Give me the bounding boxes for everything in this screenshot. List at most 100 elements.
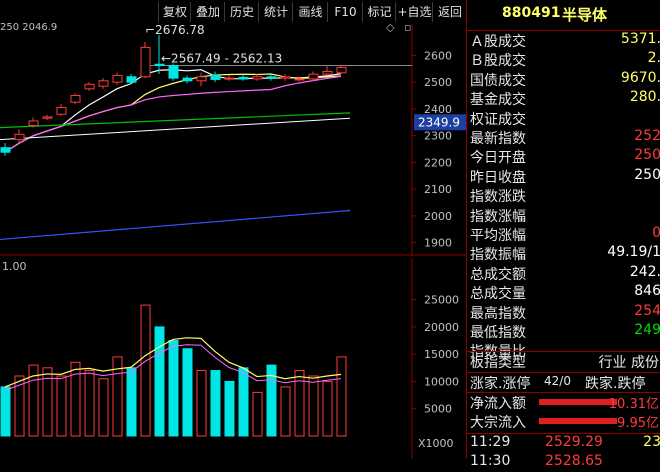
price-tick-label: 2500 xyxy=(424,76,452,89)
volume-bar xyxy=(322,380,333,437)
high-label: ⌐2676.78 xyxy=(145,24,205,37)
volume-bar xyxy=(224,380,235,437)
tick-extra: 23 xyxy=(643,434,660,450)
stat-row: 最新指数 252 xyxy=(467,128,660,147)
candle-body xyxy=(42,116,53,119)
stat-label: 权证成交 xyxy=(470,111,526,128)
range-label: ←2567.49 - 2562.13 xyxy=(161,52,282,66)
ma250-line xyxy=(0,209,351,241)
price-tick-label: 2100 xyxy=(424,183,452,196)
tick-price: 2528.65 xyxy=(545,453,603,469)
current-price-label: 2349.9 xyxy=(418,115,460,129)
tick-row: 11:30 2528.65 xyxy=(467,453,660,472)
vol-tick-label: 5000 xyxy=(424,403,452,416)
candle-body xyxy=(182,77,193,82)
stat-value: 846 xyxy=(634,283,660,300)
panel-header: 880491 半导体 xyxy=(467,0,660,30)
ma60-line xyxy=(0,112,351,129)
ma20-line xyxy=(4,75,342,153)
toolbar-button[interactable]: 历史 xyxy=(224,2,259,22)
toolbar-button[interactable]: +自选 xyxy=(395,2,433,22)
stat-label: 指数振幅 xyxy=(470,247,526,264)
volume-bar xyxy=(140,304,151,437)
candle-body xyxy=(126,76,137,83)
stat-label: 国债成交 xyxy=(470,72,526,89)
volume-bar xyxy=(336,356,347,437)
stat-label: Ａ股成交 xyxy=(470,34,526,50)
tick-time: 11:29 xyxy=(470,434,511,450)
stat-row: 总成交额 242. xyxy=(467,264,660,283)
volume-bar xyxy=(308,375,319,437)
quote-panel: 880491 半导体 Ａ股成交 5371. Ｂ股成交 2. 国债成交 9670. 基金成交 2… xyxy=(466,0,660,469)
stat-value: 242. xyxy=(629,263,660,280)
volume-bar xyxy=(280,386,291,437)
tick-row: 11:29 2529.29 23 xyxy=(467,434,660,453)
stat-label: 总成交量 xyxy=(470,286,526,303)
stat-value: 49.19/1 xyxy=(607,244,660,261)
stat-value: 9670. xyxy=(620,69,660,86)
stat-row: Ｂ股成交 2. xyxy=(467,50,660,69)
volume-bar xyxy=(84,370,95,437)
candle-body xyxy=(28,120,39,126)
volume-bar xyxy=(252,391,263,437)
volume-bar xyxy=(56,375,67,437)
candle-body xyxy=(140,46,151,78)
stat-label: 昨日收盘 xyxy=(470,169,526,186)
ma5-line xyxy=(4,69,342,153)
vol-tick-label: 20000 xyxy=(424,321,459,334)
candle-body xyxy=(308,73,319,80)
index-code: 880491 xyxy=(502,5,561,21)
candle-body xyxy=(112,74,123,83)
flow-bar xyxy=(539,399,617,405)
toolbar-button[interactable]: 复权 xyxy=(158,2,191,22)
volume-bar xyxy=(154,326,165,437)
toolbar-button[interactable]: 叠加 xyxy=(190,2,225,22)
candle-body xyxy=(238,76,249,80)
toolbar-button[interactable]: F10 xyxy=(327,2,363,22)
stat-label: 总成交额 xyxy=(470,266,526,283)
candle-body xyxy=(70,95,81,103)
stat-row: 昨日收盘 250 xyxy=(467,167,660,186)
candle-body xyxy=(280,76,291,79)
flow-value: 9.95亿 xyxy=(617,416,659,431)
stats-list: Ａ股成交 5371. Ｂ股成交 2. 国债成交 9670. 基金成交 280. 权证成交 最新指数… xyxy=(467,31,660,361)
volume-chart[interactable]: 1.00 25000 20000 15000 10000 5000 X1000 xyxy=(0,258,466,459)
candle-body xyxy=(252,76,263,80)
index-name: 半导体 xyxy=(562,6,608,24)
tick-list: 11:29 2529.29 23 11:30 2528.65 xyxy=(467,434,660,469)
candle-body xyxy=(210,74,221,80)
candle-body xyxy=(336,66,347,74)
volume-bar xyxy=(98,378,109,437)
updown-value: 42/0 xyxy=(544,374,571,388)
down-label: 跌家.跌停 xyxy=(585,376,646,392)
toolbar-button[interactable]: 统计 xyxy=(258,2,293,22)
stat-label: 最低指数 xyxy=(470,325,526,341)
stat-label: 指数涨幅 xyxy=(470,208,526,225)
stat-row: 今日开盘 250 xyxy=(467,147,660,166)
stat-value: 2. xyxy=(647,50,660,67)
tick-price: 2529.29 xyxy=(545,434,603,450)
toolbar-button[interactable]: 返回 xyxy=(432,2,467,22)
stat-row: 指数涨幅 xyxy=(467,206,660,225)
stat-label: 基金成交 xyxy=(470,92,526,109)
toolbar-button[interactable]: 标记 xyxy=(362,2,396,22)
price-tick-label: 2400 xyxy=(424,103,452,116)
stat-value: 250 xyxy=(634,147,660,164)
price-chart[interactable]: 2600 2500 2400 2300 2200 2100 2000 1900 ⌐2676.78… xyxy=(0,24,466,256)
candle-body xyxy=(0,147,11,153)
vol-tick-label: 15000 xyxy=(424,348,459,361)
toolbar-button[interactable]: 画线 xyxy=(292,2,328,22)
stat-label: 今日开盘 xyxy=(470,150,526,167)
flow-row: 净流入额 10.31亿 xyxy=(467,393,660,412)
volume-bar xyxy=(210,370,221,437)
price-tick-label: 2000 xyxy=(424,210,452,223)
updown-label: 涨家.涨停 xyxy=(470,376,531,392)
flow-bar xyxy=(539,418,617,424)
volume-bar xyxy=(196,370,207,437)
stat-row: 权证成交 xyxy=(467,109,660,128)
candle-body xyxy=(322,70,333,75)
stat-label: 最高指数 xyxy=(470,305,526,322)
stat-label: 指数涨跌 xyxy=(470,189,526,206)
candle-body xyxy=(84,83,95,90)
stat-row: 最高指数 254 xyxy=(467,303,660,322)
